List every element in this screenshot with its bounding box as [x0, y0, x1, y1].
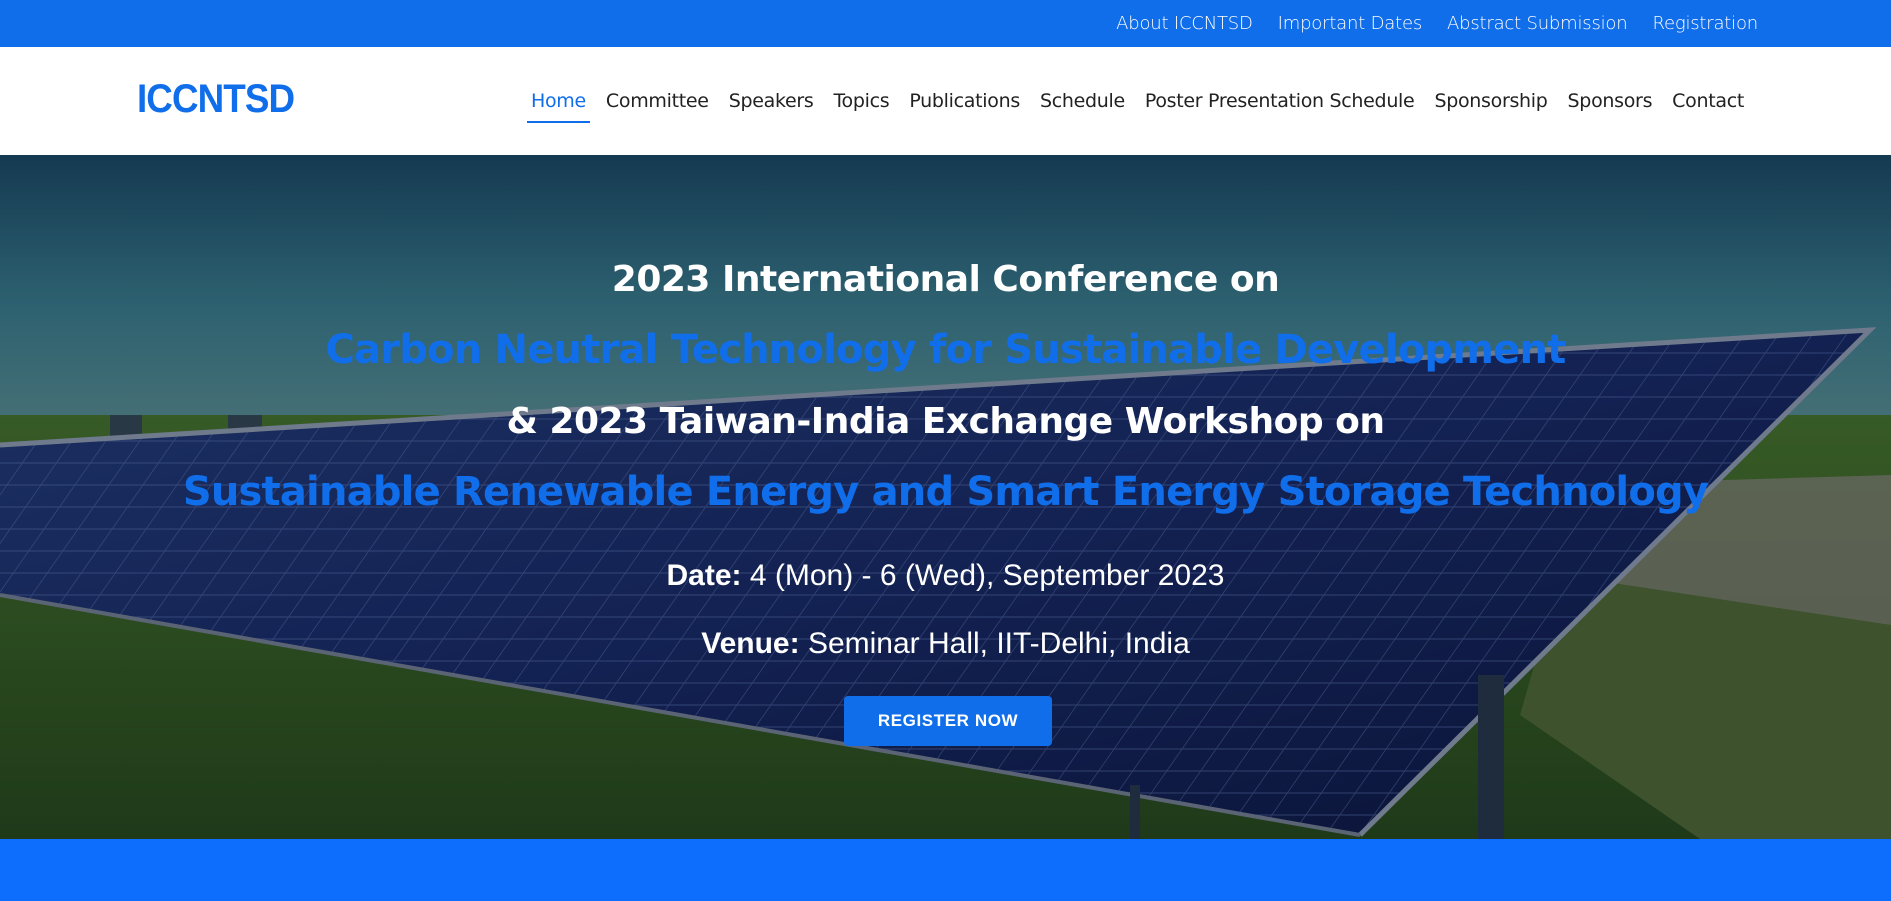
hero-conference-title: Carbon Neutral Technology for Sustainabl… [325, 327, 1567, 373]
venue-value: Seminar Hall, IIT-Delhi, India [799, 627, 1190, 660]
event-date: Date: 4 (Mon) - 6 (Wed), September 2023 [0, 559, 1891, 593]
top-utility-links: About ICCNTSD Important Dates Abstract S… [1116, 0, 1758, 47]
nav-item-sponsorship[interactable]: Sponsorship [1424, 47, 1557, 155]
top-link-registration[interactable]: Registration [1652, 13, 1758, 34]
top-link-about[interactable]: About ICCNTSD [1116, 13, 1253, 34]
site-header: ICCNTSD Home Committee Speakers Topics P… [0, 47, 1891, 155]
date-label: Date: [666, 559, 742, 592]
nav-item-publications[interactable]: Publications [899, 47, 1030, 155]
hero-workshop-title: Sustainable Renewable Energy and Smart E… [182, 469, 1709, 515]
register-now-button[interactable]: REGISTER NOW [844, 696, 1052, 746]
hero-content: 2023 International Conference on Carbon … [0, 155, 1891, 839]
event-venue: Venue: Seminar Hall, IIT-Delhi, India [0, 627, 1891, 661]
hero-workshop-intro: & 2023 Taiwan-India Exchange Workshop on [506, 401, 1385, 442]
nav-item-committee[interactable]: Committee [596, 47, 719, 155]
nav-item-sponsors[interactable]: Sponsors [1558, 47, 1663, 155]
nav-item-home[interactable]: Home [521, 47, 596, 155]
main-nav: Home Committee Speakers Topics Publicati… [521, 47, 1754, 155]
nav-item-schedule[interactable]: Schedule [1030, 47, 1135, 155]
top-link-abstract-submission[interactable]: Abstract Submission [1447, 13, 1628, 34]
top-link-important-dates[interactable]: Important Dates [1278, 13, 1423, 34]
nav-item-contact[interactable]: Contact [1662, 47, 1754, 155]
top-utility-bar: About ICCNTSD Important Dates Abstract S… [0, 0, 1891, 47]
date-value: 4 (Mon) - 6 (Wed), September 2023 [741, 559, 1225, 592]
nav-item-speakers[interactable]: Speakers [719, 47, 824, 155]
nav-item-poster-presentation-schedule[interactable]: Poster Presentation Schedule [1135, 47, 1425, 155]
hero-conference-intro: 2023 International Conference on [611, 259, 1280, 300]
nav-item-topics[interactable]: Topics [823, 47, 899, 155]
hero-section: 2023 International Conference on Carbon … [0, 155, 1891, 839]
venue-label: Venue: [701, 627, 800, 660]
site-logo[interactable]: ICCNTSD [137, 77, 295, 122]
bottom-blue-band [0, 839, 1891, 901]
